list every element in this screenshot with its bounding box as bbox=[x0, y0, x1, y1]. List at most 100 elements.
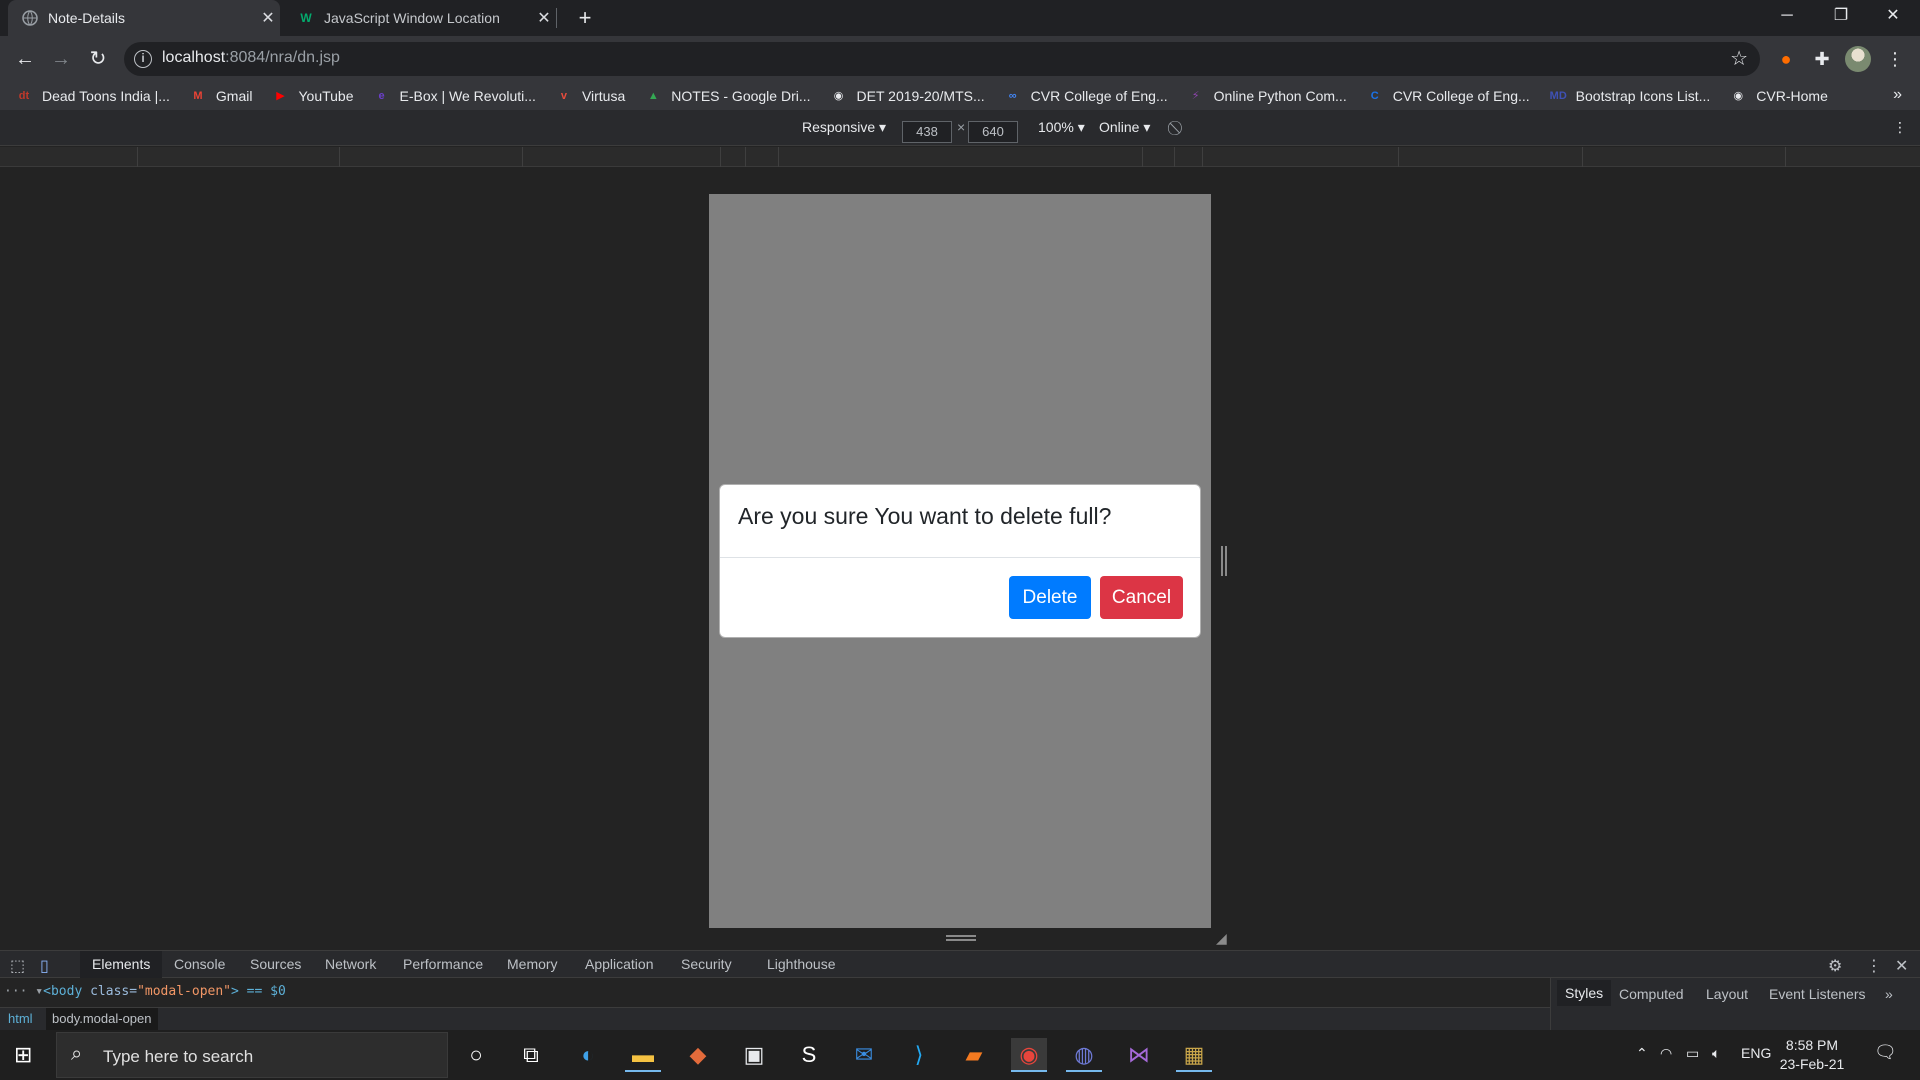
bookmark-item[interactable]: ◉ CVR-Home bbox=[1730, 88, 1827, 104]
task-view-icon[interactable]: ⧉ bbox=[513, 1038, 549, 1072]
cancel-button[interactable]: Cancel bbox=[1100, 576, 1183, 619]
more-tabs-icon[interactable]: » bbox=[1885, 986, 1893, 1002]
bookmark-item[interactable]: ▲ NOTES - Google Dri... bbox=[645, 88, 811, 104]
bookmark-favicon-icon: e bbox=[378, 90, 385, 102]
back-arrow-icon[interactable]: ← bbox=[10, 44, 40, 74]
bookmark-item[interactable]: ∞ CVR College of Eng... bbox=[1005, 88, 1168, 104]
settings-gear-icon[interactable]: ⚙ bbox=[1828, 956, 1842, 976]
vscode-icon[interactable]: ⟩ bbox=[901, 1038, 937, 1072]
resize-handle-corner-icon[interactable]: ◢ bbox=[1216, 930, 1227, 947]
bookmark-item[interactable]: ◉ DET 2019-20/MTS... bbox=[831, 88, 985, 104]
tab-separator bbox=[556, 8, 557, 28]
notifications-icon[interactable]: 🗨︎ bbox=[1874, 1042, 1897, 1063]
tab-event-listeners[interactable]: Event Listeners bbox=[1769, 986, 1866, 1002]
zoom-select[interactable]: 100% ▾ bbox=[1038, 119, 1085, 136]
confirm-delete-modal: Are you sure You want to delete full? De… bbox=[719, 484, 1201, 638]
address-bar[interactable]: i localhost:8084/nra/dn.jsp ☆ bbox=[124, 42, 1760, 76]
bookmark-item[interactable]: M Gmail bbox=[190, 88, 252, 104]
tab-styles[interactable]: Styles bbox=[1557, 980, 1612, 1006]
wifi-icon[interactable]: ◠ bbox=[1660, 1045, 1672, 1062]
restore-icon[interactable]: ❐ bbox=[1814, 0, 1868, 32]
device-toolbar: Responsive ▾ × 100% ▾ Online ▾ ⃠ ⋮ bbox=[0, 110, 1920, 146]
bookmark-item[interactable]: dt Dead Toons India |... bbox=[16, 88, 170, 104]
devtools-tab-network[interactable]: Network bbox=[325, 956, 376, 972]
device-viewport: Are you sure You want to delete full? De… bbox=[709, 194, 1211, 928]
close-devtools-icon[interactable]: ✕ bbox=[1895, 956, 1908, 976]
chrome-icon[interactable]: ◉ bbox=[1011, 1038, 1047, 1072]
cortana-icon[interactable]: ○ bbox=[458, 1038, 494, 1072]
dom-selected-line[interactable]: ··· ▾<body class="modal-open"> == $0 bbox=[4, 984, 286, 999]
minimize-icon[interactable]: ─ bbox=[1760, 0, 1814, 32]
git-icon[interactable]: ◆ bbox=[680, 1038, 716, 1072]
delete-button[interactable]: Delete bbox=[1009, 576, 1091, 619]
throttle-select[interactable]: Online ▾ bbox=[1099, 119, 1150, 136]
modal-header: Are you sure You want to delete full? bbox=[720, 485, 1200, 558]
devtools-tab-performance[interactable]: Performance bbox=[403, 956, 483, 972]
close-tab-icon[interactable]: ✕ bbox=[532, 8, 556, 28]
language-indicator[interactable]: ENG bbox=[1741, 1045, 1771, 1061]
kebab-menu-icon[interactable]: ⋮ bbox=[1882, 46, 1908, 72]
devtools-tab-application[interactable]: Application bbox=[585, 956, 654, 972]
store-icon[interactable]: ▣ bbox=[736, 1038, 772, 1072]
devtools-menu-icon[interactable]: ⋮ bbox=[1866, 956, 1882, 976]
more-bookmarks-icon[interactable]: » bbox=[1893, 86, 1902, 104]
bookmark-item[interactable]: ▶ YouTube bbox=[272, 88, 353, 104]
resize-handle-bottom[interactable] bbox=[946, 935, 976, 941]
tray-chevron-icon[interactable]: ⌃ bbox=[1636, 1045, 1648, 1062]
height-input[interactable]: 640 bbox=[968, 121, 1018, 143]
breadcrumb: html body.modal-open bbox=[0, 1007, 1550, 1030]
mail-icon[interactable]: ✉ bbox=[846, 1038, 882, 1072]
app-icon[interactable]: ▦ bbox=[1176, 1038, 1212, 1072]
devtools-tab-lighthouse[interactable]: Lighthouse bbox=[767, 956, 836, 972]
bookmark-label: CVR College of Eng... bbox=[1030, 88, 1168, 104]
device-options-icon[interactable]: ⋮ bbox=[1893, 119, 1907, 136]
windows-taskbar: ⊞ ⌕ Type here to search ○ ⧉ ◐ ▬ ◆ ▣ S ✉ … bbox=[0, 1030, 1920, 1080]
new-tab-icon[interactable]: + bbox=[572, 4, 598, 32]
visual-studio-icon[interactable]: ⋈ bbox=[1121, 1038, 1157, 1072]
width-input[interactable]: 438 bbox=[902, 121, 952, 143]
device-mode-select[interactable]: Responsive ▾ bbox=[802, 119, 886, 136]
profile-avatar[interactable] bbox=[1845, 46, 1871, 72]
battery-icon[interactable]: ▭ bbox=[1686, 1045, 1699, 1062]
close-tab-icon[interactable]: ✕ bbox=[256, 8, 280, 28]
devtools-tab-memory[interactable]: Memory bbox=[507, 956, 558, 972]
devtools-tab-security[interactable]: Security bbox=[681, 956, 732, 972]
clock[interactable]: 8:58 PM 23-Feb-21 bbox=[1770, 1036, 1854, 1074]
devtools-tab-console[interactable]: Console bbox=[174, 956, 225, 972]
tab-note-details[interactable]: Note-Details ✕ bbox=[8, 0, 280, 36]
bookmark-item[interactable]: C CVR College of Eng... bbox=[1367, 88, 1530, 104]
sublime-icon[interactable]: S bbox=[791, 1038, 827, 1072]
crumb-body[interactable]: body.modal-open bbox=[46, 1008, 158, 1030]
tab-title: Note-Details bbox=[48, 10, 126, 26]
devtools-tab-elements[interactable]: Elements bbox=[80, 951, 163, 978]
tab-layout[interactable]: Layout bbox=[1706, 986, 1748, 1002]
inspect-element-icon[interactable]: ⬚ bbox=[10, 956, 25, 976]
reload-icon[interactable]: ↻ bbox=[83, 44, 113, 74]
bookmark-item[interactable]: ⚡ Online Python Com... bbox=[1188, 88, 1347, 104]
volume-icon[interactable]: 🔈︎ bbox=[1712, 1045, 1720, 1062]
bookmark-favicon-icon: ⚡ bbox=[1191, 90, 1200, 102]
extension-icon[interactable]: ● bbox=[1773, 46, 1799, 72]
bookmark-item[interactable]: MD Bootstrap Icons List... bbox=[1550, 88, 1711, 104]
bookmark-label: Bootstrap Icons List... bbox=[1575, 88, 1711, 104]
file-explorer-icon[interactable]: ▬ bbox=[625, 1038, 661, 1072]
devtools-tab-sources[interactable]: Sources bbox=[250, 956, 301, 972]
edge-icon[interactable]: ◐ bbox=[570, 1038, 606, 1072]
bookmark-star-icon[interactable]: ☆ bbox=[1730, 46, 1748, 71]
close-window-icon[interactable]: ✕ bbox=[1866, 0, 1920, 32]
taskbar-search[interactable]: ⌕ Type here to search bbox=[56, 1032, 448, 1078]
info-icon[interactable]: i bbox=[134, 50, 152, 68]
extensions-puzzle-icon[interactable]: ✚ bbox=[1809, 46, 1835, 72]
bookmark-item[interactable]: v Virtusa bbox=[556, 88, 625, 104]
globe-icon bbox=[22, 10, 38, 26]
resize-handle-right[interactable] bbox=[1221, 546, 1227, 576]
eclipse-icon[interactable]: ◍ bbox=[1066, 1038, 1102, 1072]
forward-arrow-icon[interactable]: → bbox=[46, 44, 76, 74]
tab-computed[interactable]: Computed bbox=[1619, 986, 1684, 1002]
tab-javascript-window-location[interactable]: W JavaScript Window Location ✕ bbox=[288, 0, 556, 36]
bookmark-item[interactable]: e E-Box | We Revoluti... bbox=[374, 88, 536, 104]
windows-start-icon[interactable]: ⊞ bbox=[14, 1042, 32, 1068]
device-toggle-icon[interactable]: ▯ bbox=[40, 956, 49, 976]
crumb-html[interactable]: html bbox=[8, 1011, 33, 1026]
sticky-notes-icon[interactable]: ▰ bbox=[956, 1038, 992, 1072]
